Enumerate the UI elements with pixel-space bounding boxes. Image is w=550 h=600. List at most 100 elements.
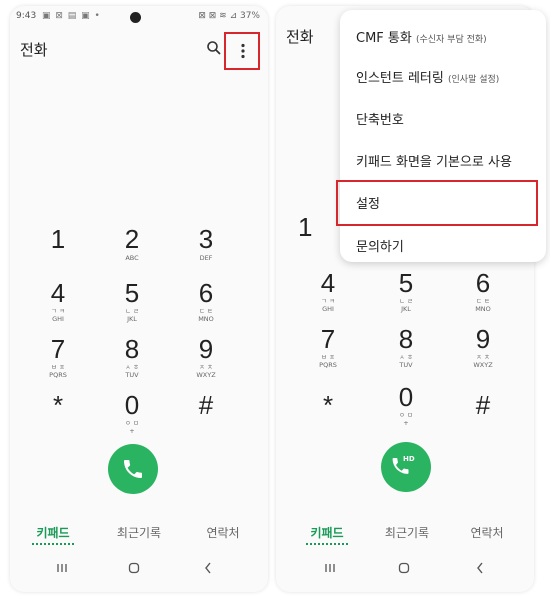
key-digit: 7 bbox=[320, 324, 336, 354]
key-hangul: ㅅ ㅎ bbox=[398, 353, 414, 361]
key-digit: 4 bbox=[320, 268, 336, 298]
key-letters: WXYZ bbox=[473, 361, 493, 369]
key-1[interactable]: 1 bbox=[28, 224, 88, 270]
key-digit: 6 bbox=[198, 278, 214, 308]
hd-call-button[interactable]: HD bbox=[381, 442, 431, 492]
phone-icon bbox=[124, 460, 142, 478]
tab-label: 키패드 bbox=[36, 526, 70, 540]
key-hangul: ㄷ ㅌ bbox=[475, 297, 491, 305]
battery-level: 37% bbox=[239, 11, 260, 21]
page-title: 전화 bbox=[286, 28, 314, 46]
key-digit: 5 bbox=[398, 268, 414, 298]
back-icon[interactable] bbox=[470, 558, 490, 578]
key-6[interactable]: 6ㄷ ㅌ MNO bbox=[453, 268, 513, 314]
key-0[interactable]: 0ㅇ ㅁ + bbox=[102, 390, 162, 436]
call-button[interactable] bbox=[108, 444, 158, 494]
key-digit: # bbox=[475, 390, 491, 420]
key-digit: 8 bbox=[124, 334, 140, 364]
key-star[interactable]: * bbox=[28, 390, 88, 436]
key-hangul: ㅈ ㅊ bbox=[475, 353, 491, 361]
menu-item-cmf-call[interactable]: CMF 통화 (수신자 부담 전화) bbox=[356, 27, 487, 46]
key-digit: 5 bbox=[124, 278, 140, 308]
key-letters: TUV bbox=[399, 361, 413, 369]
tab-contacts[interactable]: 연락처 bbox=[188, 524, 258, 541]
key-letters: GHI bbox=[52, 315, 64, 323]
hd-label: HD bbox=[403, 455, 415, 463]
notification-icons: ▣ ⊠ ▤ ▣ • bbox=[42, 11, 101, 21]
menu-item-label: CMF 통화 bbox=[356, 31, 412, 46]
menu-item-sublabel: (수신자 부담 전화) bbox=[415, 35, 487, 45]
key-hangul: ㅇ ㅁ bbox=[398, 411, 414, 419]
key-letters: JKL bbox=[401, 305, 411, 313]
recent-apps-icon[interactable] bbox=[52, 558, 72, 578]
key-8[interactable]: 8ㅅ ㅎ TUV bbox=[102, 334, 162, 380]
key-5[interactable]: 5ㄴ ㄹ JKL bbox=[102, 278, 162, 324]
menu-item-label: 단축번호 bbox=[356, 113, 404, 128]
key-letters: + bbox=[403, 419, 409, 427]
key-hangul: ㄱ ㅋ bbox=[50, 307, 66, 315]
recent-apps-icon[interactable] bbox=[320, 558, 340, 578]
key-9[interactable]: 9ㅈ ㅊ WXYZ bbox=[453, 324, 513, 370]
status-time: 9:43 bbox=[16, 11, 37, 21]
tab-recents[interactable]: 최근기록 bbox=[104, 524, 174, 541]
search-icon[interactable] bbox=[206, 40, 222, 56]
tab-label: 최근기록 bbox=[116, 526, 162, 540]
tab-keypad[interactable]: 키패드 bbox=[18, 524, 88, 545]
key-star[interactable]: * bbox=[298, 390, 358, 436]
tab-recents[interactable]: 최근기록 bbox=[372, 524, 442, 541]
key-letters: JKL bbox=[127, 315, 137, 323]
key-letters: DEF bbox=[199, 254, 213, 262]
key-hangul: ㅈ ㅊ bbox=[198, 363, 214, 371]
key-4[interactable]: 4ㄱ ㅋ GHI bbox=[28, 278, 88, 324]
key-hash[interactable]: # bbox=[176, 390, 236, 436]
key-7[interactable]: 7ㅂ ㅍ PQRS bbox=[28, 334, 88, 380]
key-2[interactable]: 2 ABC bbox=[102, 224, 162, 270]
key-9[interactable]: 9ㅈ ㅊ WXYZ bbox=[176, 334, 236, 380]
key-digit: 3 bbox=[198, 224, 214, 254]
key-0[interactable]: 0ㅇ ㅁ + bbox=[376, 382, 436, 428]
key-digit: 1 bbox=[298, 212, 313, 242]
key-letters: PQRS bbox=[49, 371, 67, 379]
tab-contacts[interactable]: 연락처 bbox=[452, 524, 522, 541]
key-digit: # bbox=[198, 390, 214, 420]
home-icon[interactable] bbox=[124, 558, 144, 578]
key-digit: 4 bbox=[50, 278, 66, 308]
key-4[interactable]: 4ㄱ ㅋ GHI bbox=[298, 268, 358, 314]
key-1[interactable]: 1 bbox=[298, 212, 328, 258]
key-hangul: ㄴ ㄹ bbox=[124, 307, 140, 315]
key-hash[interactable]: # bbox=[453, 390, 513, 436]
key-digit: 2 bbox=[124, 224, 140, 254]
key-hangul: ㄱ ㅋ bbox=[320, 297, 336, 305]
key-letters: MNO bbox=[475, 305, 491, 313]
key-digit: 0 bbox=[124, 390, 140, 420]
key-digit: 6 bbox=[475, 268, 491, 298]
tab-label: 연락처 bbox=[206, 526, 240, 540]
key-hangul: ㅂ ㅍ bbox=[320, 353, 336, 361]
status-bar: 9:43 ▣ ⊠ ▤ ▣ • ⊠ ⊠ ≋ ⊿ 37% bbox=[10, 8, 268, 26]
page-title: 전화 bbox=[20, 41, 48, 59]
menu-item-label: 인스턴트 레터링 bbox=[356, 71, 444, 86]
key-hangul: ㅂ ㅍ bbox=[50, 363, 66, 371]
key-hangul: ㅇ ㅁ bbox=[124, 419, 140, 427]
key-6[interactable]: 6ㄷ ㅌ MNO bbox=[176, 278, 236, 324]
menu-item-label: 키패드 화면을 기본으로 사용 bbox=[356, 155, 512, 170]
menu-item-sublabel: (인사말 설정) bbox=[448, 75, 500, 85]
key-7[interactable]: 7ㅂ ㅍ PQRS bbox=[298, 324, 358, 370]
menu-item-default-keypad[interactable]: 키패드 화면을 기본으로 사용 bbox=[356, 151, 512, 170]
back-icon[interactable] bbox=[198, 558, 218, 578]
key-digit: 7 bbox=[50, 334, 66, 364]
menu-item-speed-dial[interactable]: 단축번호 bbox=[356, 109, 404, 128]
key-3[interactable]: 3 DEF bbox=[176, 224, 236, 270]
tab-keypad[interactable]: 키패드 bbox=[292, 524, 362, 545]
key-letters: PQRS bbox=[319, 361, 337, 369]
key-5[interactable]: 5ㄴ ㄹ JKL bbox=[376, 268, 436, 314]
menu-item-instant-lettering[interactable]: 인스턴트 레터링 (인사말 설정) bbox=[356, 67, 499, 86]
tab-underline bbox=[306, 543, 348, 545]
key-digit: 0 bbox=[398, 382, 414, 412]
home-icon[interactable] bbox=[394, 558, 414, 578]
menu-item-contact-us[interactable]: 문의하기 bbox=[356, 236, 404, 255]
key-digit: * bbox=[52, 390, 64, 420]
key-digit: * bbox=[322, 390, 334, 420]
key-8[interactable]: 8ㅅ ㅎ TUV bbox=[376, 324, 436, 370]
key-letters: WXYZ bbox=[196, 371, 216, 379]
